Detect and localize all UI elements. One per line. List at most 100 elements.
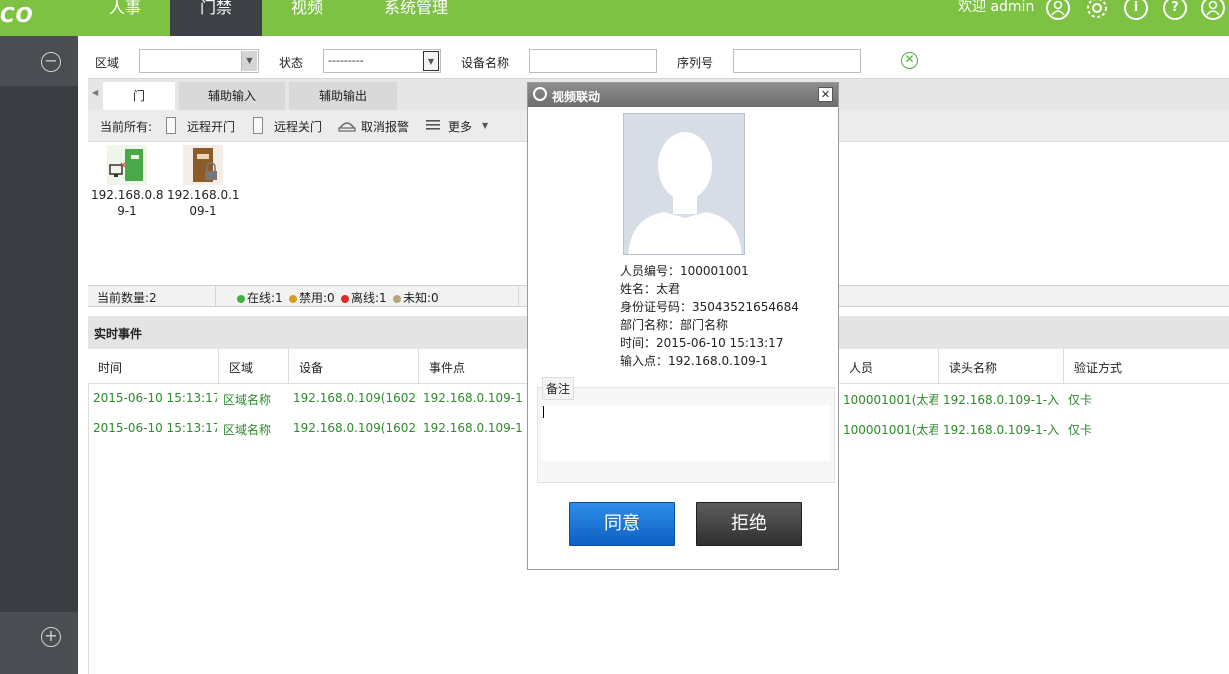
cancel-alarm-button[interactable]: 取消报警 <box>361 118 409 135</box>
status-unknown-text: 未知:0 <box>403 291 439 305</box>
status-select[interactable]: --------- ▼ <box>323 49 441 73</box>
person-id-card: 身份证号码：35043521654684 <box>620 300 799 314</box>
person-silhouette-icon <box>628 132 742 254</box>
person-id: 人员编号：100001001 <box>620 264 749 278</box>
cell-device: 192.168.0.109(160201 <box>293 421 417 435</box>
col-divider <box>288 349 289 384</box>
sidebar-bottom-section <box>0 612 78 674</box>
close-icon[interactable]: ✕ <box>818 87 833 102</box>
device-label-line1: 192.168.0.8 <box>91 188 164 202</box>
cell-reader: 192.168.0.109-1-入 <box>943 393 1060 407</box>
col-time[interactable]: 时间 <box>98 359 122 376</box>
cell-verify: 仅卡 <box>1068 423 1093 437</box>
alarm-cancel-icon <box>337 117 357 136</box>
remark-label: 备注 <box>542 377 575 400</box>
device-label-line1: 192.168.0.1 <box>167 188 240 202</box>
event-time: 时间：2015-06-10 15:13:17 <box>620 336 784 350</box>
user-icon[interactable] <box>1046 0 1070 20</box>
logo: CO <box>0 3 34 27</box>
text-caret <box>543 406 544 418</box>
person-photo <box>623 113 745 255</box>
col-event-point[interactable]: 事件点 <box>429 359 465 376</box>
dialog-title: 视频联动 <box>552 90 601 104</box>
col-divider <box>418 349 419 384</box>
reject-button[interactable]: 拒绝 <box>696 502 802 546</box>
cell-area: 区域名称 <box>223 393 272 407</box>
cell-device: 192.168.0.109(160201 <box>293 391 417 405</box>
area-select[interactable]: ▼ <box>139 49 259 73</box>
remote-close-button[interactable]: 远程关门 <box>274 118 322 135</box>
door-online-icon <box>107 145 147 185</box>
device-label-line2: 9-1 <box>117 204 137 218</box>
help-icon[interactable]: ? <box>1163 0 1187 20</box>
col-divider <box>218 349 219 384</box>
nav-personnel[interactable]: 人事 <box>92 0 158 36</box>
status-offline-text: 离线:1 <box>351 291 387 305</box>
logout-user-icon[interactable] <box>1201 0 1225 20</box>
remark-textarea[interactable] <box>542 405 830 461</box>
more-dropdown-arrow-icon[interactable]: ▼ <box>482 121 488 130</box>
agree-button[interactable]: 同意 <box>569 502 675 546</box>
col-reader-name[interactable]: 读头名称 <box>949 359 997 376</box>
door-locked-icon <box>183 145 223 185</box>
gear-icon[interactable] <box>1085 0 1109 20</box>
status-disabled: 禁用:0 <box>289 289 335 306</box>
col-person[interactable]: 人员 <box>849 359 873 376</box>
table-left-border <box>88 384 89 674</box>
menu-icon <box>426 118 440 135</box>
cell-event-point: 192.168.0.109-1 <box>423 421 523 435</box>
col-area[interactable]: 区域 <box>229 359 253 376</box>
cell-person: 100001001(太君) <box>843 393 938 407</box>
area-label: 区域 <box>95 56 120 70</box>
serial-number-label: 序列号 <box>677 56 714 70</box>
status-disabled-text: 禁用:0 <box>299 291 335 305</box>
device-name-label: 设备名称 <box>461 56 510 70</box>
cell-verify: 仅卡 <box>1068 393 1093 407</box>
status-online-text: 在线:1 <box>247 291 283 305</box>
input-point: 输入点：192.168.0.109-1 <box>620 354 768 368</box>
top-nav-bar: CO 人事 门禁 视频 系统管理 欢迎 admin i ? <box>0 0 1229 36</box>
nav-video[interactable]: 视频 <box>274 0 340 36</box>
status-online: 在线:1 <box>237 289 283 306</box>
status-select-value: --------- <box>328 54 364 67</box>
cell-event-point: 192.168.0.109-1 <box>423 391 523 405</box>
tab-aux-output[interactable]: 辅助输出 <box>289 82 397 110</box>
col-device[interactable]: 设备 <box>299 359 323 376</box>
col-verify-mode[interactable]: 验证方式 <box>1074 359 1122 376</box>
tab-aux-input[interactable]: 辅助输入 <box>179 82 285 110</box>
video-linkage-dialog: 视频联动 ✕ 人员编号：100001001 姓名：太君 身份证号码：350435… <box>527 82 839 570</box>
more-button[interactable]: 更多 <box>448 118 472 135</box>
dialog-title-bar[interactable]: 视频联动 ✕ <box>528 83 838 107</box>
info-icon[interactable]: i <box>1124 0 1148 20</box>
offline-dot-icon <box>341 295 349 303</box>
unknown-dot-icon <box>393 295 401 303</box>
col-divider <box>1063 349 1064 384</box>
cell-reader: 192.168.0.109-1-入 <box>943 423 1060 437</box>
remote-open-button[interactable]: 远程开门 <box>187 118 235 135</box>
camera-icon <box>533 87 547 101</box>
nav-system-management[interactable]: 系统管理 <box>370 0 462 36</box>
nav-access-control[interactable]: 门禁 <box>170 0 262 36</box>
serial-number-input[interactable] <box>733 49 861 73</box>
tab-scroll-left-icon[interactable]: ◀ <box>92 88 98 97</box>
welcome-text: 欢迎 admin <box>958 0 1035 15</box>
door-open-icon <box>166 117 176 134</box>
device-item[interactable]: 192.168.0.8 9-1 <box>91 145 164 219</box>
status-divider <box>215 286 216 306</box>
device-name-input[interactable] <box>529 49 657 73</box>
online-dot-icon <box>237 295 245 303</box>
device-item[interactable]: 192.168.0.1 09-1 <box>167 145 240 219</box>
chevron-down-icon[interactable]: ▼ <box>423 51 439 71</box>
cell-time: 2015-06-10 15:13:17 <box>93 421 217 435</box>
expand-plus-icon[interactable]: + <box>41 627 61 647</box>
clear-filter-icon[interactable]: ✕ <box>901 52 918 69</box>
realtime-events-title: 实时事件 <box>94 327 143 341</box>
status-unknown: 未知:0 <box>393 289 439 306</box>
tab-door[interactable]: 门 <box>103 82 175 110</box>
device-count: 当前数量:2 <box>97 291 157 305</box>
sidebar-top-section <box>0 36 78 86</box>
status-divider <box>518 286 519 306</box>
status-offline: 离线:1 <box>341 289 387 306</box>
collapse-minus-icon[interactable]: − <box>41 52 61 72</box>
chevron-down-icon[interactable]: ▼ <box>241 51 257 71</box>
